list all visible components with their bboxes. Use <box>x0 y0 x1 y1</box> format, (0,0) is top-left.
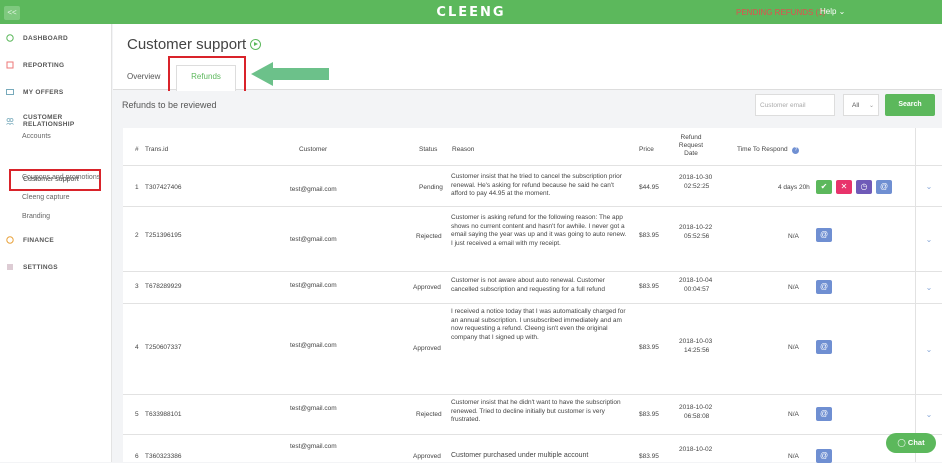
sidebar-item-customer-relationship[interactable]: CUSTOMER RELATIONSHIP <box>6 114 111 128</box>
page-title: Customer support <box>127 36 262 53</box>
expand-chevron-icon[interactable]: ⌄ <box>915 304 942 395</box>
table-row[interactable]: 5 T633988101 test@gmail.com Rejected Cus… <box>123 394 942 435</box>
sidebar-item-my-offers[interactable]: MY OFFERS <box>6 88 64 96</box>
sidebar-item-accounts[interactable]: Accounts <box>22 133 51 140</box>
play-video-icon[interactable] <box>250 39 262 50</box>
sidebar-item-reporting[interactable]: REPORTING <box>6 61 64 69</box>
tab-refunds[interactable]: Refunds <box>176 65 236 91</box>
offers-icon <box>6 88 14 96</box>
help-menu[interactable]: Help ⌄ <box>820 7 845 16</box>
sidebar-item-branding[interactable]: Branding <box>22 213 50 220</box>
refunds-toolbar: Refunds to be reviewed Customer email Al… <box>113 91 942 127</box>
status-filter-select[interactable]: All ⌄ <box>843 94 879 116</box>
settings-icon <box>6 263 14 271</box>
dashboard-icon <box>6 34 14 42</box>
sidebar-item-dashboard[interactable]: DASHBOARD <box>6 34 68 42</box>
users-icon <box>6 117 14 126</box>
top-bar: << CLEENG PENDING REFUNDS (1) Help ⌄ <box>0 0 942 24</box>
customer-email-input[interactable]: Customer email <box>755 94 835 116</box>
expand-chevron-icon[interactable]: ⌄ <box>915 395 942 435</box>
chevron-down-icon: ⌄ <box>868 103 874 109</box>
expand-chevron-icon[interactable]: ⌄ <box>915 272 942 304</box>
tab-overview[interactable]: Overview <box>127 72 160 81</box>
chat-button[interactable]: ◯ Chat <box>886 433 936 453</box>
approve-button[interactable]: ✔ <box>816 180 832 194</box>
header-refund-date: Refund Request Date <box>678 134 704 157</box>
reporting-icon <box>6 61 14 69</box>
email-customer-button[interactable]: @ <box>816 449 832 463</box>
header-customer: Customer <box>299 146 328 153</box>
header-num: # <box>135 146 139 153</box>
header-status: Status <box>419 146 438 153</box>
sidebar-item-finance[interactable]: FINANCE <box>6 236 54 244</box>
header-trans-id: Trans.id <box>145 146 169 153</box>
header-time-to-respond: Time To Respond ? <box>737 146 800 154</box>
table-row[interactable]: 4 T250607337 test@gmail.com Approved I r… <box>123 303 942 395</box>
postpone-button[interactable]: ◷ <box>856 180 872 194</box>
main-content: Customer support Overview Refunds Refund… <box>113 24 942 463</box>
info-icon[interactable]: ? <box>792 147 800 154</box>
expand-chevron-icon[interactable]: ⌄ <box>915 207 942 272</box>
sidebar-item-cleeng-capture[interactable]: Cleeng capture <box>22 194 69 201</box>
reject-button[interactable]: ✕ <box>836 180 852 194</box>
refunds-table: # Trans.id Customer Status Reason Price … <box>123 128 942 463</box>
table-row[interactable]: 2 T251396195 test@gmail.com Rejected Cus… <box>123 206 942 272</box>
table-row[interactable]: 6 T360323386 test@gmail.com Approved Cus… <box>123 434 942 463</box>
section-title: Refunds to be reviewed <box>122 100 217 110</box>
sidebar-item-coupons[interactable]: Coupons and promotions <box>22 174 100 181</box>
table-row[interactable]: 3 T678289929 test@gmail.com Approved Cus… <box>123 271 942 304</box>
expand-chevron-icon[interactable]: ⌄ <box>915 166 942 207</box>
sidebar: DASHBOARD REPORTING MY OFFERS CUSTOMER R… <box>0 24 112 462</box>
chat-bubble-icon: ◯ <box>897 438 906 447</box>
tab-bar: Overview Refunds <box>113 56 942 94</box>
sidebar-item-settings[interactable]: SETTINGS <box>6 263 58 271</box>
table-row[interactable]: 1 T307427406 test@gmail.com Pending Cust… <box>123 165 942 207</box>
finance-icon <box>6 236 14 244</box>
email-customer-button[interactable]: @ <box>876 180 892 194</box>
email-customer-button[interactable]: @ <box>816 280 832 294</box>
pending-refunds-link[interactable]: PENDING REFUNDS (1) <box>736 8 825 17</box>
pointer-arrow-icon <box>251 62 329 86</box>
email-customer-button[interactable]: @ <box>816 228 832 242</box>
search-button[interactable]: Search <box>885 94 935 116</box>
header-price: Price <box>639 146 654 153</box>
header-reason: Reason <box>452 146 475 153</box>
email-customer-button[interactable]: @ <box>816 407 832 421</box>
email-customer-button[interactable]: @ <box>816 340 832 354</box>
